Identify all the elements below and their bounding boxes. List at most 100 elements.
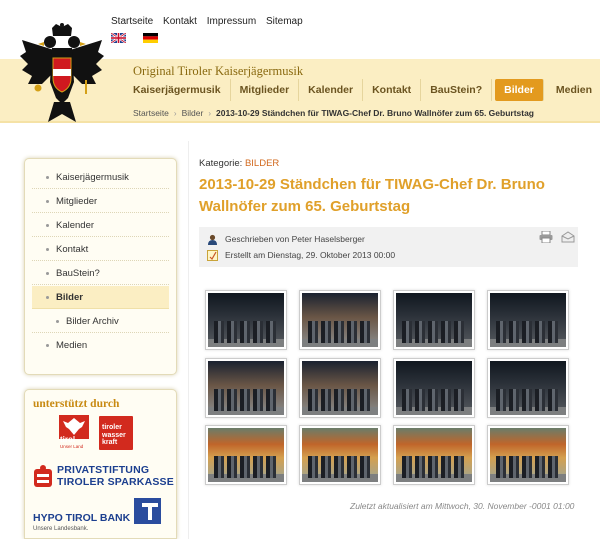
- breadcrumb-current: 2013-10-29 Ständchen für TIWAG-Chef Dr. …: [215, 108, 534, 118]
- gallery-photo: [302, 293, 378, 347]
- nav-item-kaiserjaegermusik[interactable]: Kaiserjägermusik: [124, 79, 231, 101]
- gallery-thumbnail[interactable]: [299, 358, 381, 418]
- photo-people: [496, 389, 560, 411]
- sidebar-item-label: BauStein?: [56, 268, 100, 279]
- gallery-thumbnail[interactable]: [205, 358, 287, 418]
- german-flag-icon[interactable]: [143, 33, 159, 43]
- sidebar-item-label: Medien: [56, 340, 88, 351]
- gallery-photo: [396, 293, 472, 347]
- nav-item-kalender[interactable]: Kalender: [299, 79, 364, 101]
- sparkasse-logo[interactable]: PRIVATSTIFTUNG TIROLER SPARKASSE: [57, 464, 174, 488]
- hypo-logo-mark[interactable]: [134, 498, 161, 524]
- gallery-photo: [490, 361, 566, 415]
- sidebar-item-medien[interactable]: Medien: [32, 334, 169, 357]
- gallery-photo: [208, 428, 284, 482]
- nav-item-bilder[interactable]: Bilder: [495, 79, 544, 101]
- gallery-thumbnail[interactable]: [393, 358, 475, 418]
- eagle-logo-icon[interactable]: [18, 22, 106, 128]
- photo-people: [308, 389, 372, 411]
- bullet-icon: [46, 224, 49, 227]
- bullet-icon: [46, 272, 49, 275]
- bullet-icon: [46, 200, 49, 203]
- sidebar-item-label: Bilder Archiv: [66, 316, 119, 327]
- sparkasse-line2: TIROLER SPARKASSE: [57, 476, 174, 488]
- page: Startseite Kontakt Impressum Sitemap Ori…: [0, 0, 600, 539]
- photo-people: [402, 321, 466, 343]
- bullet-icon: [46, 344, 49, 347]
- top-link-kontakt[interactable]: Kontakt: [163, 16, 197, 27]
- sparkasse-line1: PRIVATSTIFTUNG: [57, 464, 150, 476]
- gallery-photo: [208, 361, 284, 415]
- sidebar-item-label: Kalender: [56, 220, 95, 231]
- bullet-icon: [46, 248, 49, 251]
- photo-people: [402, 456, 466, 478]
- category-link[interactable]: BILDER: [245, 158, 279, 169]
- gallery-thumbnail[interactable]: [205, 425, 287, 485]
- top-link-sitemap[interactable]: Sitemap: [266, 16, 303, 27]
- tirol-logo-subtext: Unser Land: [60, 444, 84, 449]
- gallery-thumbnail[interactable]: [393, 290, 475, 350]
- tirol-logo-text: tirol: [60, 435, 76, 444]
- gallery-photo: [396, 361, 472, 415]
- print-icon[interactable]: [539, 230, 553, 244]
- breadcrumb-startseite[interactable]: Startseite: [133, 108, 169, 118]
- breadcrumb: Startseite › Bilder › 2013-10-29 Ständchen f…: [133, 108, 534, 118]
- sidebar-item-bilder-archiv[interactable]: Bilder Archiv: [32, 310, 169, 333]
- sidebar-item-kontakt[interactable]: Kontakt: [32, 238, 169, 261]
- nav-item-medien[interactable]: Medien: [547, 79, 600, 101]
- photo-people: [496, 321, 560, 343]
- article-title: 2013-10-29 Ständchen für TIWAG-Chef Dr. …: [199, 176, 545, 215]
- sidebar-item-label: Mitglieder: [56, 196, 98, 207]
- calendar-icon: [207, 250, 218, 262]
- email-icon[interactable]: [561, 230, 575, 243]
- sidebar-item-label: Kontakt: [56, 244, 89, 255]
- article-created: Erstellt am Dienstag, 29. Oktober 2013 0…: [225, 250, 396, 260]
- uk-flag-icon[interactable]: [111, 33, 126, 43]
- language-flags: [111, 33, 171, 51]
- gallery-photo: [208, 293, 284, 347]
- photo-people: [308, 456, 372, 478]
- nav-item-baustein[interactable]: BauStein?: [421, 79, 493, 101]
- sparkasse-s-icon: [34, 465, 52, 487]
- gallery-thumbnail[interactable]: [299, 425, 381, 485]
- gallery-thumbnail[interactable]: [205, 290, 287, 350]
- bullet-icon: [46, 176, 49, 179]
- nav-item-mitglieder[interactable]: Mitglieder: [231, 79, 300, 101]
- category-label: Kategorie:: [199, 158, 243, 169]
- gallery-photo: [490, 293, 566, 347]
- gallery-thumbnail[interactable]: [487, 358, 569, 418]
- author-icon: [207, 234, 218, 246]
- gallery-photo: [396, 428, 472, 482]
- sidebar-item-kaiserjaegermusik[interactable]: Kaiserjägermusik: [32, 166, 169, 189]
- gallery-thumbnail[interactable]: [487, 290, 569, 350]
- photo-people: [496, 456, 560, 478]
- photo-people: [214, 321, 278, 343]
- gallery-thumbnail[interactable]: [393, 425, 475, 485]
- sidebar-menu: Kaiserjägermusik Mitglieder Kalender Kon…: [24, 158, 177, 375]
- tiroler-wasserkraft-logo[interactable]: tiroler wasser kraft: [99, 416, 133, 450]
- gallery-thumbnail[interactable]: [487, 425, 569, 485]
- article-updated: Zuletzt aktualisiert am Mittwoch, 30. No…: [350, 501, 575, 511]
- bullet-icon: [56, 320, 59, 323]
- sidebar-item-bilder[interactable]: Bilder: [32, 286, 169, 309]
- hypo-bank-slogan: Unsere Landesbank.: [33, 526, 89, 532]
- sponsors-box: unterstützt durch tirol Unser Land tirol…: [24, 389, 177, 539]
- nav-item-kontakt[interactable]: Kontakt: [363, 79, 422, 101]
- sidebar-item-label: Kaiserjägermusik: [56, 172, 129, 183]
- sidebar-item-label: Bilder: [56, 292, 83, 303]
- tirol-logo[interactable]: tirol Unser Land: [59, 415, 89, 451]
- sidebar-item-baustein[interactable]: BauStein?: [32, 262, 169, 285]
- gallery-photo: [490, 428, 566, 482]
- sidebar-item-kalender[interactable]: Kalender: [32, 214, 169, 237]
- site-title: Original Tiroler Kaiserjägermusik: [133, 64, 304, 78]
- top-links: Startseite Kontakt Impressum Sitemap: [111, 16, 310, 27]
- sidebar-item-mitglieder[interactable]: Mitglieder: [32, 190, 169, 213]
- wasser-logo-text: tiroler wasser kraft: [102, 424, 126, 446]
- top-link-impressum[interactable]: Impressum: [207, 16, 256, 27]
- gallery-thumbnail[interactable]: [299, 290, 381, 350]
- article-author: Geschrieben von Peter Haselsberger: [225, 234, 365, 244]
- photo-people: [308, 321, 372, 343]
- hypo-bank-name[interactable]: HYPO TIROL BANK: [33, 512, 130, 524]
- top-link-startseite[interactable]: Startseite: [111, 16, 153, 27]
- breadcrumb-bilder[interactable]: Bilder: [182, 108, 204, 118]
